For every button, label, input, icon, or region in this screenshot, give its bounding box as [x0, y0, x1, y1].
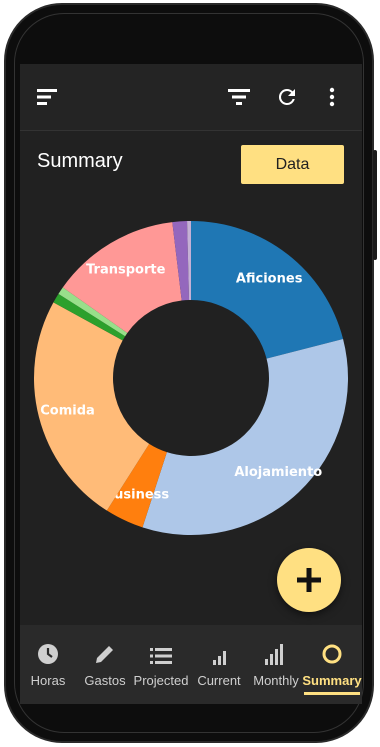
pencil-icon [96, 646, 113, 663]
slice-label-alojamiento: Alojamiento [234, 465, 322, 480]
donut-icon [322, 644, 342, 664]
plus-icon [297, 568, 321, 592]
clock-icon [38, 644, 58, 664]
list-icon [150, 648, 172, 664]
nav-label: Gastos [84, 673, 126, 688]
bar-large-icon [265, 644, 283, 665]
slice-label-comida: Comida [40, 404, 95, 419]
side-button [373, 150, 377, 260]
donut-slice-aficiones [191, 221, 344, 359]
nav-item-gastos[interactable]: Gastos [77, 625, 133, 704]
slice-label-aficiones: Aficiones [236, 271, 303, 286]
app-screen: Summary Data Aficiones Alojamiento Busines… [20, 64, 362, 704]
active-tab-indicator [304, 692, 360, 695]
add-button[interactable] [277, 548, 341, 612]
summary-donut-chart: AficionesAlojamientoBusinessComidaTransp… [33, 221, 349, 535]
nav-label: Horas [30, 673, 66, 688]
nav-label: Current [197, 673, 241, 688]
nav-item-horas[interactable]: Horas [20, 625, 76, 704]
bar-small-icon [213, 651, 226, 665]
nav-item-monthly[interactable]: Monthly [248, 625, 304, 704]
nav-label: Monthly [253, 673, 299, 688]
donut-slice-alojamiento [142, 338, 349, 535]
nav-item-projected[interactable]: Projected [133, 625, 189, 704]
nav-item-current[interactable]: Current [191, 625, 247, 704]
slice-label-transporte: Transporte [86, 262, 165, 277]
nav-label: Projected [133, 673, 189, 688]
nav-label: Summary [302, 673, 362, 688]
